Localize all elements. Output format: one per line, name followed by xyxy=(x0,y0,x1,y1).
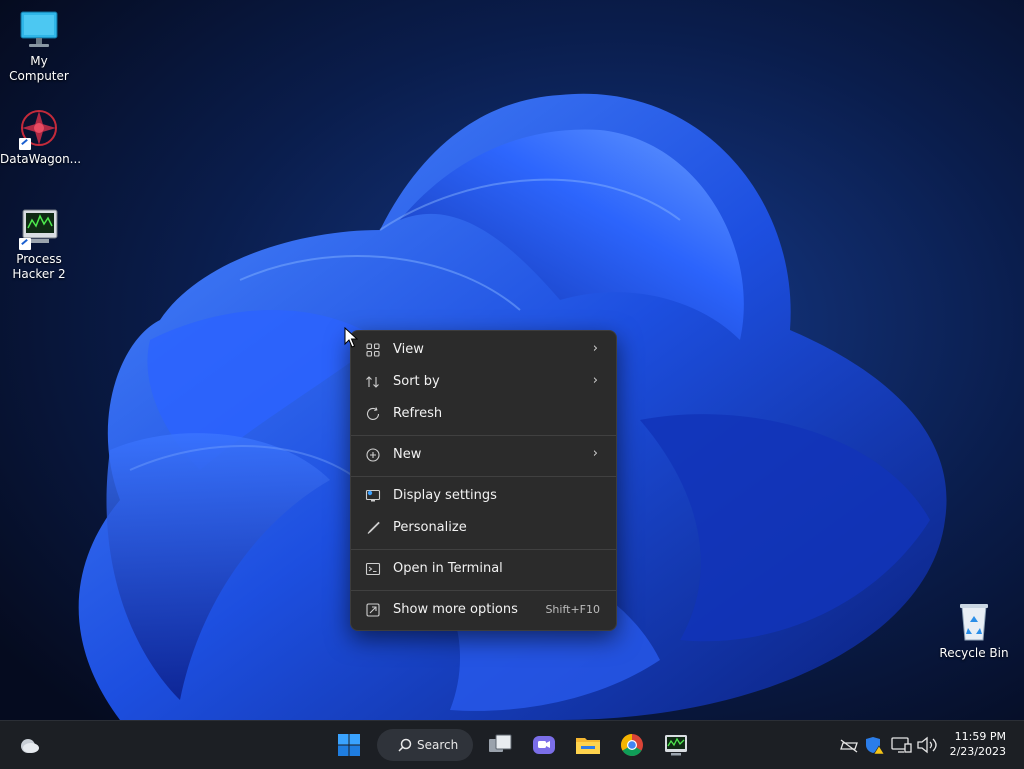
menu-item-refresh[interactable]: Refresh xyxy=(355,399,612,429)
taskbar-search-button[interactable]: Search xyxy=(377,729,473,761)
menu-separator xyxy=(351,435,616,436)
taskbar-clock[interactable]: 11:59 PM 2/23/2023 xyxy=(950,729,1006,759)
keyboard-shortcut: Shift+F10 xyxy=(545,603,600,616)
process-hacker-taskbar-icon xyxy=(660,735,692,765)
file-explorer-button[interactable] xyxy=(572,729,604,761)
desktop-icon-label: Recycle Bin xyxy=(939,646,1009,660)
chrome-icon xyxy=(616,734,648,765)
menu-item-sort-by[interactable]: Sort by › xyxy=(355,367,612,397)
start-icon xyxy=(333,734,365,765)
menu-item-label: Open in Terminal xyxy=(393,561,503,576)
desktop-icon-label: Process Hacker 2 xyxy=(12,252,66,281)
menu-item-label: View xyxy=(393,342,424,357)
desktop-icon-process-hacker[interactable]: Process Hacker 2 xyxy=(0,206,78,282)
menu-item-personalize[interactable]: Personalize xyxy=(355,513,612,543)
network-tray-button[interactable] xyxy=(836,729,862,761)
menu-item-show-more-options[interactable]: Show more options Shift+F10 xyxy=(355,595,612,625)
network-off-icon xyxy=(836,739,862,765)
recycle-bin-icon xyxy=(952,600,996,644)
shortcut-arrow-icon xyxy=(19,238,31,250)
teams-icon xyxy=(528,736,560,765)
clock-time: 11:59 PM xyxy=(954,730,1006,743)
display-tray-icon xyxy=(888,737,914,765)
volume-icon xyxy=(914,736,940,765)
desktop-icon-label: DataWagon... xyxy=(0,152,82,166)
menu-item-new[interactable]: New › xyxy=(355,440,612,470)
grid-icon xyxy=(365,342,381,358)
desktop-icon-datawagon[interactable]: DataWagon... xyxy=(0,106,82,167)
security-warning-icon xyxy=(862,737,888,765)
chrome-button[interactable] xyxy=(616,729,648,761)
menu-item-label: Show more options xyxy=(393,602,518,617)
menu-item-label: Sort by xyxy=(393,374,440,389)
monitor-icon xyxy=(17,8,61,52)
menu-item-label: Refresh xyxy=(393,406,443,421)
clock-date: 2/23/2023 xyxy=(949,745,1006,758)
search-label: Search xyxy=(417,738,459,752)
refresh-icon xyxy=(365,406,381,422)
widgets-button[interactable] xyxy=(12,729,44,761)
menu-item-open-in-terminal[interactable]: Open in Terminal xyxy=(355,554,612,584)
menu-item-display-settings[interactable]: Display settings xyxy=(355,481,612,511)
datawagon-icon xyxy=(17,106,61,150)
chevron-right-icon: › xyxy=(592,373,598,388)
teams-chat-button[interactable] xyxy=(528,729,560,761)
display-tray-button[interactable] xyxy=(888,729,914,761)
menu-separator xyxy=(351,549,616,550)
menu-item-label: New xyxy=(393,447,422,462)
process-hacker-taskbar-button[interactable] xyxy=(660,729,692,761)
brush-icon xyxy=(365,520,381,536)
desktop-context-menu: View › Sort by › Refresh New › Display s… xyxy=(350,330,617,631)
menu-separator xyxy=(351,590,616,591)
menu-separator xyxy=(351,476,616,477)
desktop-icon-my-computer[interactable]: My Computer xyxy=(0,8,78,84)
menu-item-view[interactable]: View › xyxy=(355,335,612,365)
start-button[interactable] xyxy=(333,729,365,761)
task-view-button[interactable] xyxy=(484,729,516,761)
plus-circle-icon xyxy=(365,447,381,463)
sort-icon xyxy=(365,374,381,390)
volume-tray-button[interactable] xyxy=(914,729,940,761)
search-icon xyxy=(397,737,413,756)
security-tray-button[interactable] xyxy=(862,729,888,761)
chevron-right-icon: › xyxy=(592,446,598,461)
taskbar: Search 11:59 PM 2/23/2023 xyxy=(0,720,1024,769)
task-view-icon xyxy=(484,734,516,765)
mouse-cursor-icon xyxy=(344,326,359,353)
shortcut-arrow-icon xyxy=(19,138,31,150)
terminal-icon xyxy=(365,561,381,577)
more-options-icon xyxy=(365,602,381,618)
file-explorer-icon xyxy=(572,738,604,765)
menu-item-label: Personalize xyxy=(393,520,467,535)
desktop-icon-label: My Computer xyxy=(9,54,69,83)
chevron-right-icon: › xyxy=(592,341,598,356)
display-icon xyxy=(365,488,381,504)
widgets-icon xyxy=(12,739,44,765)
process-hacker-icon xyxy=(17,206,61,250)
desktop-icon-recycle-bin[interactable]: Recycle Bin xyxy=(935,600,1013,661)
menu-item-label: Display settings xyxy=(393,488,497,503)
